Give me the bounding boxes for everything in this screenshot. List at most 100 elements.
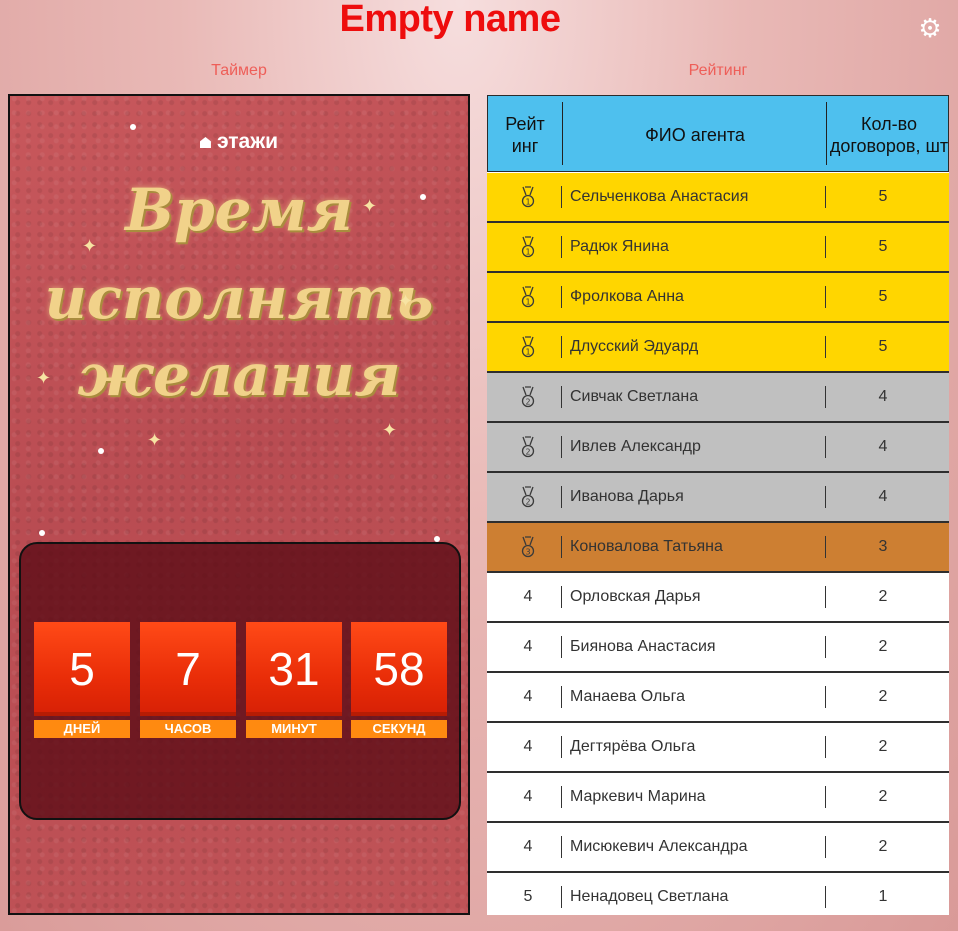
rank-cell: 2 <box>487 423 569 471</box>
cell-divider <box>561 236 562 258</box>
table-row: 1 Фролкова Анна 5 <box>487 273 949 323</box>
rating-table: Рейтинг ФИО агента Кол-во договоров, шт … <box>487 95 949 915</box>
deal-count-cell: 4 <box>878 388 888 405</box>
table-row: 4 Дегтярёва Ольга 2 <box>487 723 949 773</box>
rank-cell: 4 <box>523 738 533 755</box>
agent-name-cell: Фролкова Анна <box>570 288 684 305</box>
sparkle-icon: ✦ <box>382 420 398 440</box>
cell-divider <box>561 336 562 358</box>
agent-name-cell: Сивчак Светлана <box>570 388 699 405</box>
svg-text:3: 3 <box>525 547 530 556</box>
confetti-dot <box>130 124 136 130</box>
page-title: Empty name <box>339 0 561 40</box>
deal-count-cell: 2 <box>878 688 888 705</box>
rating-section-label: Рейтинг <box>688 62 748 79</box>
cell-divider <box>561 736 562 758</box>
svg-text:1: 1 <box>525 247 530 256</box>
agent-name-cell: Манаева Ольга <box>570 688 686 705</box>
agent-name-cell: Маркевич Марина <box>570 788 706 805</box>
cell-divider <box>825 186 826 208</box>
headline-line-3: желания <box>77 341 401 409</box>
deal-count-cell: 2 <box>878 838 888 855</box>
cell-divider <box>825 736 826 758</box>
rank-cell: 4 <box>523 588 533 605</box>
table-row: 2 Ивлев Александр 4 <box>487 423 949 473</box>
table-row: 2 Сивчак Светлана 4 <box>487 373 949 423</box>
cell-divider <box>825 286 826 308</box>
deal-count-cell: 4 <box>878 488 888 505</box>
hours-value: 7 <box>140 622 236 716</box>
deal-count-cell: 5 <box>878 238 888 255</box>
silver-medal-icon: 2 <box>521 486 535 507</box>
cell-divider <box>561 486 562 508</box>
header-count: Кол-во договоров, шт <box>829 113 949 156</box>
rank-cell: 3 <box>487 523 569 571</box>
agent-name-cell: Сельченкова Анастасия <box>570 188 749 205</box>
svg-text:1: 1 <box>525 297 530 306</box>
countdown-hours: 7 ЧАСОВ <box>140 622 236 738</box>
header-divider <box>826 102 827 165</box>
silver-medal-icon: 2 <box>521 386 535 407</box>
sparkle-icon: ✦ <box>362 196 378 216</box>
days-value: 5 <box>34 622 130 716</box>
gold-medal-icon: 1 <box>521 336 535 357</box>
agent-name-cell: Коновалова Татьяна <box>570 538 723 555</box>
bronze-medal-icon: 3 <box>521 536 535 557</box>
table-header: Рейтинг ФИО агента Кол-во договоров, шт <box>487 95 949 172</box>
agent-name-cell: Биянова Анастасия <box>570 638 716 655</box>
rank-cell: 1 <box>487 173 569 221</box>
cell-divider <box>561 386 562 408</box>
svg-text:2: 2 <box>525 397 530 406</box>
svg-text:2: 2 <box>525 497 530 506</box>
gear-icon[interactable]: ⚙ <box>917 15 943 41</box>
timer-panel: этажи Время исполнять желания ✦ ✦ ✦ ✦ ✦ … <box>8 94 470 915</box>
cell-divider <box>825 536 826 558</box>
rank-cell: 4 <box>523 788 533 805</box>
deal-count-cell: 3 <box>878 538 888 555</box>
agent-name-cell: Ненадовец Светлана <box>570 888 729 905</box>
rank-cell: 1 <box>487 323 569 371</box>
table-row: 3 Коновалова Татьяна 3 <box>487 523 949 573</box>
deal-count-cell: 1 <box>878 888 888 905</box>
agent-name-cell: Длусский Эдуард <box>570 338 699 355</box>
seconds-value: 58 <box>351 622 447 716</box>
cell-divider <box>561 786 562 808</box>
table-row: 1 Сельченкова Анастасия 5 <box>487 173 949 223</box>
table-row: 4 Манаева Ольга 2 <box>487 673 949 723</box>
minutes-value: 31 <box>246 622 342 716</box>
agent-name-cell: Ивлев Александр <box>570 438 701 455</box>
sparkle-icon: ✦ <box>398 291 414 311</box>
agent-name-cell: Мисюкевич Александра <box>570 838 748 855</box>
cell-divider <box>825 836 826 858</box>
cell-divider <box>561 886 562 908</box>
rank-cell: 1 <box>487 273 569 321</box>
cell-divider <box>825 236 826 258</box>
cell-divider <box>561 686 562 708</box>
cell-divider <box>561 536 562 558</box>
house-icon <box>199 137 211 148</box>
seconds-label: СЕКУНД <box>351 720 447 738</box>
sparkle-icon: ✦ <box>36 368 52 388</box>
rank-cell: 2 <box>487 473 569 521</box>
rank-cell: 2 <box>487 373 569 421</box>
deal-count-cell: 5 <box>878 338 888 355</box>
deal-count-cell: 5 <box>878 188 888 205</box>
timer-section-label: Таймер <box>211 62 267 79</box>
brand-logo: этажи <box>10 130 468 154</box>
days-label: ДНЕЙ <box>34 720 130 738</box>
svg-text:1: 1 <box>525 197 530 206</box>
cell-divider <box>825 786 826 808</box>
countdown-minutes: 31 МИНУТ <box>246 622 342 738</box>
cell-divider <box>825 636 826 658</box>
table-row: 5 Ненадовец Светлана 1 <box>487 873 949 915</box>
silver-medal-icon: 2 <box>521 436 535 457</box>
svg-text:1: 1 <box>525 347 530 356</box>
cell-divider <box>825 686 826 708</box>
rank-cell: 4 <box>523 638 533 655</box>
table-row: 2 Иванова Дарья 4 <box>487 473 949 523</box>
table-row: 1 Длусский Эдуард 5 <box>487 323 949 373</box>
deal-count-cell: 4 <box>878 438 888 455</box>
gold-medal-icon: 1 <box>521 236 535 257</box>
confetti-dot <box>39 530 45 536</box>
deal-count-cell: 2 <box>878 738 888 755</box>
